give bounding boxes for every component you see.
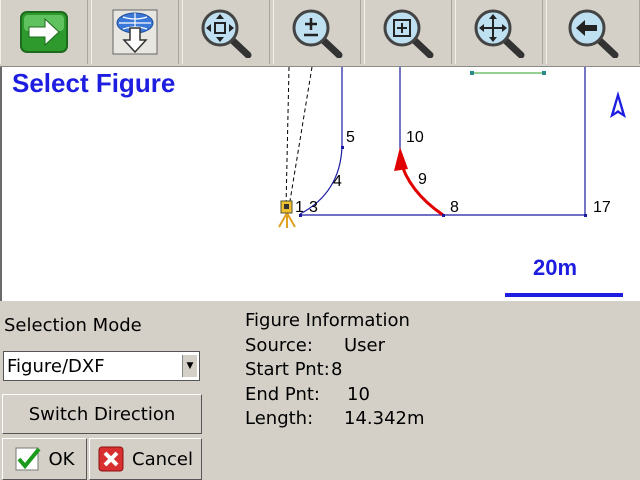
dashed-line (288, 67, 313, 208)
point-label-8: 8 (450, 199, 459, 216)
map-drawing: 5 10 4 9 1 3 8 17 20m (278, 67, 626, 297)
back-button[interactable] (546, 0, 640, 64)
point-label-10: 10 (406, 129, 424, 146)
figure-information: Figure Information Source: User Start Pnt… (245, 309, 425, 432)
ok-label: OK (48, 448, 75, 470)
point-label-3: 3 (309, 199, 318, 216)
north-arrow-icon (610, 91, 626, 118)
figure-info-heading: Figure Information (245, 310, 410, 331)
download-layer-button[interactable] (91, 0, 179, 64)
source-value: User (344, 334, 386, 356)
chevron-down-icon[interactable]: ▼ (182, 355, 197, 377)
zoom-extents-icon (201, 9, 252, 58)
length-value: 14.342m (344, 408, 425, 429)
map-canvas[interactable]: Select Figure 5 10 4 9 1 3 8 17 20m (0, 67, 640, 301)
point-marker (341, 146, 344, 149)
pan-button[interactable] (455, 0, 543, 64)
start-point-label: Start Pnt: (245, 359, 330, 380)
back-arrow-icon (568, 9, 619, 58)
zoom-plus-minus-icon (292, 9, 343, 58)
selection-mode-value: Figure/DXF (7, 356, 105, 377)
point-marker (542, 71, 546, 75)
point-label-9: 9 (418, 171, 427, 188)
zoom-extents-button[interactable] (182, 0, 270, 64)
globe-down-arrow-icon (112, 9, 158, 55)
cancel-label: Cancel (132, 448, 193, 470)
dashed-line (285, 67, 290, 208)
pan-move-icon (474, 9, 525, 58)
cancel-button[interactable]: Cancel (89, 438, 202, 480)
end-point-value: 10 (347, 383, 370, 405)
point-label-5: 5 (346, 129, 355, 146)
accept-arrow-button[interactable] (0, 0, 88, 64)
selection-mode-select[interactable]: Figure/DXF ▼ (3, 351, 200, 381)
switch-direction-label: Switch Direction (28, 403, 176, 425)
point-label-4: 4 (333, 173, 342, 190)
scale-label: 20m (533, 255, 577, 280)
point-marker (470, 71, 474, 75)
point-label-17: 17 (593, 199, 611, 216)
zoom-window-icon (383, 9, 434, 58)
direction-arrow (394, 147, 408, 171)
source-label: Source: (245, 334, 313, 356)
scale-bar (505, 293, 623, 297)
bottom-panel: Selection Mode Figure/DXF ▼ Switch Direc… (0, 301, 640, 480)
figure-line-3-5[interactable] (299, 67, 343, 215)
close-icon (98, 446, 124, 472)
point-marker (442, 214, 445, 217)
total-station-icon (278, 200, 296, 228)
end-point-label: End Pnt: (245, 383, 320, 405)
length-label: Length: (245, 408, 314, 429)
zoom-window-button[interactable] (364, 0, 452, 64)
toolbar (0, 0, 640, 67)
switch-direction-button[interactable]: Switch Direction (2, 394, 202, 434)
ok-button[interactable]: OK (2, 438, 87, 480)
selection-mode-label: Selection Mode (4, 315, 142, 336)
start-point-value: 8 (331, 359, 343, 380)
check-icon (15, 447, 41, 471)
point-label-1: 1 (295, 199, 304, 216)
zoom-in-out-button[interactable] (273, 0, 361, 64)
green-right-arrow-icon (20, 11, 68, 53)
point-marker (584, 214, 587, 217)
